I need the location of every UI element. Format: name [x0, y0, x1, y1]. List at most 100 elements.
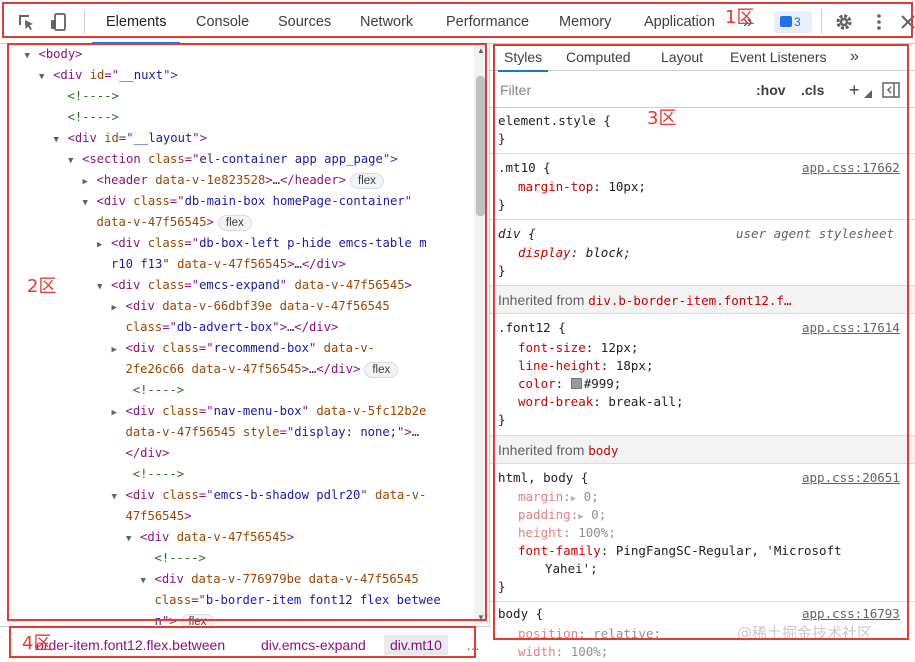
collapse-triangle-icon[interactable]: ▼ [112, 487, 126, 508]
style-property[interactable]: position: relative; [518, 625, 661, 643]
style-property[interactable]: font-family: PingFangSC-Regular, 'Micros… [518, 542, 842, 560]
rule-source-link[interactable]: app.css:16793 [802, 605, 900, 623]
style-property[interactable]: margin-top: 10px; [518, 178, 646, 196]
elements-dom-tree[interactable]: ▼ <body> ▼ <div id="__nuxt"> <!----> <!----> ▼… [0, 44, 490, 626]
rule-selector[interactable]: element.style { [498, 112, 611, 130]
styles-filter-input[interactable]: Filter [496, 78, 744, 102]
tab-elements[interactable]: Elements [91, 0, 182, 44]
dom-node-line[interactable]: class="db-advert-box">…</div> [126, 317, 339, 338]
tab-computed[interactable]: Computed [566, 44, 631, 71]
new-style-rule-button[interactable]: + [849, 78, 860, 102]
flex-badge[interactable]: flex [217, 215, 252, 231]
rule-source-link[interactable]: app.css:20651 [802, 469, 900, 487]
dom-node-line[interactable]: <!----> [119, 464, 184, 485]
tab-network[interactable]: Network [360, 0, 413, 44]
scroll-down-arrow-icon[interactable]: ▼ [477, 613, 485, 622]
dom-node-line[interactable]: n"> flex [155, 611, 215, 626]
dom-node-line[interactable]: ▶ <div data-v-66dbf39e data-v-47f56545 [112, 296, 390, 319]
dom-node-line[interactable]: ▶ <header data-v-1e823528>…</header> flex [83, 170, 384, 193]
close-devtools-icon[interactable] [898, 12, 915, 32]
dom-node-line[interactable]: ▶ <div class="db-box-left p-hide emcs-tab… [97, 233, 427, 256]
dom-node-line[interactable]: ▼ <div class="emcs-expand" data-v-47f5654… [97, 275, 412, 298]
dom-node-line[interactable]: data-v-47f56545 style="display: none;">… [126, 422, 420, 443]
dom-node-line[interactable]: ▼ <div id="__nuxt"> [39, 65, 178, 88]
dom-tree-scrollbar[interactable]: ▲ ▼ [474, 44, 487, 624]
dom-node-line[interactable]: ▶ <div class="recommend-box" data-v- [112, 338, 376, 361]
style-property[interactable]: height: 100%; [518, 524, 616, 542]
dom-node-line[interactable]: <!----> [54, 86, 119, 107]
rule-selector[interactable]: html, body { [498, 469, 588, 487]
dom-node-line[interactable]: ▼ <div data-v-47f56545> [126, 527, 294, 550]
flex-badge[interactable]: flex [180, 614, 215, 626]
rule-selector[interactable]: .font12 { [498, 319, 566, 337]
dom-node-line[interactable]: ▼ <div data-v-776979be data-v-47f56545 [141, 569, 419, 592]
dom-node-line[interactable]: ▼ <div class="db-main-box homePage-contai… [83, 191, 413, 214]
dom-node-line[interactable]: ▶ <div class="nav-menu-box" data-v-5fc12b… [112, 401, 427, 424]
style-property[interactable]: word-break: break-all; [518, 393, 684, 411]
rule-options-triangle-icon[interactable] [864, 90, 872, 98]
collapse-triangle-icon[interactable]: ▼ [83, 193, 97, 214]
breadcrumb-item[interactable]: order-item.font12.flex.between [36, 635, 225, 655]
style-property[interactable]: color: #999; [518, 375, 621, 393]
rule-selector[interactable]: body { [498, 605, 543, 623]
expand-triangle-icon[interactable]: ▶ [112, 298, 126, 319]
inspect-element-icon[interactable] [16, 12, 36, 32]
collapse-triangle-icon[interactable]: ▼ [25, 46, 39, 67]
style-property[interactable]: margin:▶ 0; [518, 488, 599, 508]
issues-badge[interactable]: 3 [774, 11, 812, 33]
dom-node-line[interactable]: </div> [126, 443, 170, 464]
more-sidebar-tabs-button[interactable]: » [850, 44, 859, 71]
collapse-triangle-icon[interactable]: ▼ [39, 67, 53, 88]
expand-triangle-icon[interactable]: ▶ [112, 403, 126, 424]
more-options-icon[interactable] [869, 12, 889, 32]
tab-application[interactable]: Application [644, 0, 715, 44]
tab-performance[interactable]: Performance [446, 0, 529, 44]
scrollbar-thumb[interactable] [476, 76, 485, 216]
breadcrumb-item-current[interactable]: div.mt10 [384, 635, 448, 655]
dom-node-line[interactable]: ▼ <body> [25, 44, 83, 67]
dom-node-line[interactable]: r10 f13" data-v-47f56545>…</div> [111, 254, 346, 275]
style-property[interactable]: font-size: 12px; [518, 339, 638, 357]
inherited-node-link[interactable]: div.b-border-item.font12.f… [588, 293, 791, 308]
style-property[interactable]: line-height: 18px; [518, 357, 654, 375]
expand-triangle-icon[interactable]: ▶ [83, 172, 97, 193]
breadcrumb-more[interactable]: … [466, 635, 480, 655]
collapse-triangle-icon[interactable]: ▼ [68, 151, 82, 172]
expand-triangle-icon[interactable]: ▶ [97, 235, 111, 256]
dom-node-line[interactable]: data-v-47f56545> flex [97, 212, 252, 233]
dom-node-line[interactable]: <!----> [54, 107, 119, 128]
dom-node-line[interactable]: ▼ <section class="el-container app app_pa… [68, 149, 398, 172]
tab-memory[interactable]: Memory [559, 0, 611, 44]
tab-console[interactable]: Console [196, 0, 249, 44]
expand-triangle-icon[interactable]: ▶ [578, 512, 583, 522]
collapse-triangle-icon[interactable]: ▼ [97, 277, 111, 298]
tab-event-listeners[interactable]: Event Listeners [730, 44, 827, 71]
inherited-node-link[interactable]: body [588, 443, 618, 458]
device-toolbar-icon[interactable] [49, 12, 69, 32]
collapse-triangle-icon[interactable]: ▼ [141, 571, 155, 592]
color-swatch[interactable] [570, 378, 582, 389]
dom-node-line[interactable]: <!----> [141, 548, 206, 569]
rule-source-link[interactable]: app.css:17614 [802, 319, 900, 337]
flex-badge[interactable]: flex [350, 173, 384, 189]
scroll-up-arrow-icon[interactable]: ▲ [477, 46, 485, 55]
dom-node-line[interactable]: <!----> [119, 380, 184, 401]
tab-layout[interactable]: Layout [661, 44, 703, 71]
expand-triangle-icon[interactable]: ▶ [112, 340, 126, 361]
style-property[interactable]: width: 100%; [518, 643, 608, 661]
rule-source-link[interactable]: app.css:17662 [802, 159, 900, 177]
flex-badge[interactable]: flex [364, 362, 399, 378]
dom-node-line[interactable]: 47f56545> [126, 506, 192, 527]
tab-styles[interactable]: Styles [497, 44, 549, 72]
style-property[interactable]: padding:▶ 0; [518, 506, 606, 526]
class-toggle[interactable]: .cls [801, 78, 824, 102]
rule-selector[interactable]: .mt10 { [498, 159, 551, 177]
dom-node-line[interactable]: ▼ <div id="__layout"> [54, 128, 207, 151]
breadcrumb-item[interactable]: div.emcs-expand [261, 635, 366, 655]
collapse-triangle-icon[interactable]: ▼ [54, 130, 68, 151]
collapse-triangle-icon[interactable]: ▼ [126, 529, 140, 550]
tab-sources[interactable]: Sources [278, 0, 331, 44]
dom-node-line[interactable]: 2fe26c66 data-v-47f56545>…</div> flex [126, 359, 399, 380]
dom-node-line[interactable]: ▼ <div class="emcs-b-shadow pdlr20" data-… [112, 485, 427, 508]
expand-triangle-icon[interactable]: ▶ [571, 494, 576, 504]
